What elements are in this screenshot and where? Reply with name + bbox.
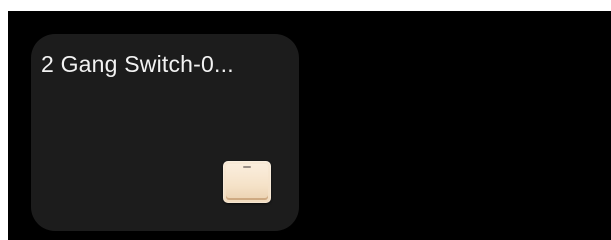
device-name-label: 2 Gang Switch-0... xyxy=(41,51,234,77)
wall-switch-icon xyxy=(223,161,271,203)
switch-plate xyxy=(226,164,268,200)
device-card-2-gang-switch[interactable]: 2 Gang Switch-0... xyxy=(31,34,299,231)
app-screen: 2 Gang Switch-0... xyxy=(8,11,611,240)
switch-indicator-light xyxy=(243,166,251,168)
